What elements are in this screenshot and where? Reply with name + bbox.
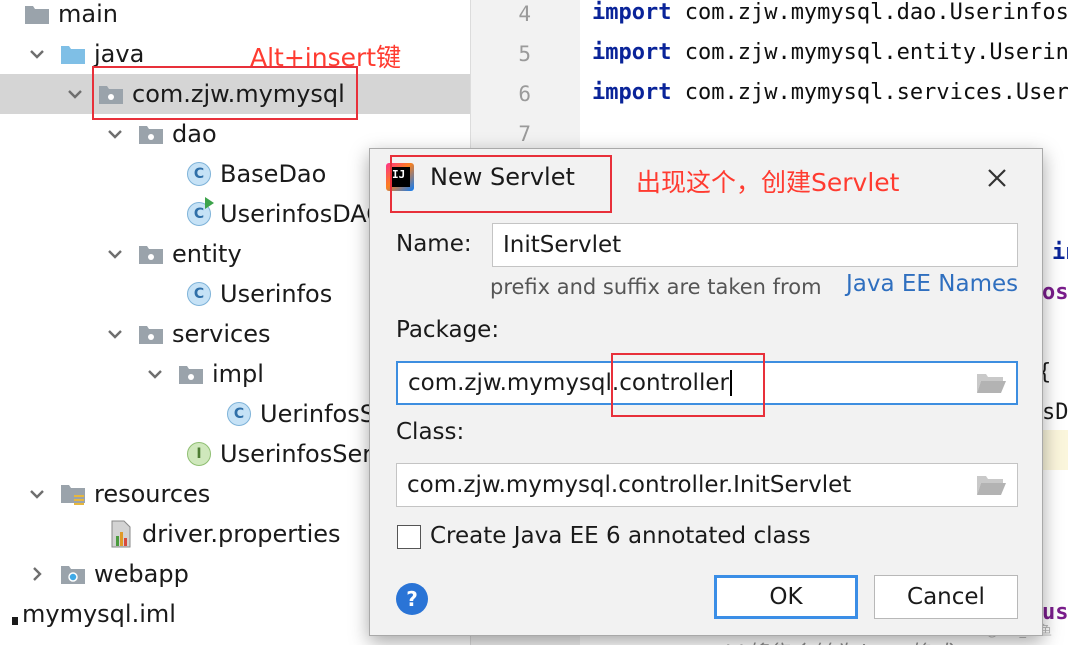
line-number: 5 [518,42,531,66]
package-input[interactable]: com.zjw.mymysql.controller [396,361,1018,405]
line-number: 4 [518,2,531,26]
chevron-down-icon[interactable] [144,363,166,385]
close-icon [988,169,1006,187]
chevron-right-icon[interactable] [26,563,48,585]
prefix-suffix-hint: prefix and suffix are taken from [490,275,822,299]
code-comment: //将集合转为json格式 [718,636,951,645]
help-button[interactable]: ? [396,583,428,615]
tree-item-label: driver.properties [142,520,341,548]
tree-item-label: mymysql.iml [22,600,176,628]
tree-item-main[interactable]: main [0,0,470,34]
chevron-down-icon[interactable] [26,43,48,65]
new-servlet-dialog: IJ New Servlet 出现这个，创建Servlet Name: Init… [369,148,1043,636]
package-icon [138,321,164,347]
tree-item-label: com.zjw.mymysql [132,80,345,108]
intellij-logo-icon: IJ [386,163,414,191]
package-label: Package: [396,317,500,343]
annotation-create-servlet: 出现这个，创建Servlet [636,168,900,197]
iml-file-icon [10,601,20,627]
tree-item-label: dao [172,120,217,148]
tree-item-com-zjw-mymysql[interactable]: com.zjw.mymysql [0,74,470,114]
class-icon: C [226,401,252,427]
tree-item-label: resources [94,480,211,508]
class-icon: C [186,197,214,227]
class-input[interactable]: com.zjw.mymysql.controller.InitServlet [396,463,1018,507]
code-fragment: sD [1042,400,1068,425]
code-line: import com.zjw.mymysql.dao.UserinfosDAO; [592,0,1068,25]
folder-gray-icon [24,1,50,27]
properties-file-icon [108,520,134,548]
browse-class-button[interactable] [974,471,1008,499]
tree-item-label: impl [212,360,264,388]
code-fragment: in [1052,240,1068,265]
package-icon [178,361,204,387]
chevron-down-icon[interactable] [104,243,126,265]
close-button[interactable] [982,163,1012,193]
package-icon [98,81,124,107]
tree-item-label: entity [172,240,242,268]
interface-icon: I [186,441,212,467]
package-icon [138,241,164,267]
tree-item-label: UserinfosDAO [220,200,386,228]
cancel-button[interactable]: Cancel [874,575,1018,619]
tree-item-label: main [58,0,118,28]
code-line: import com.zjw.mymysql.entity.Userinfos; [592,40,1068,65]
chevron-down-icon[interactable] [104,323,126,345]
browse-package-button[interactable] [974,369,1008,397]
name-label: Name: [396,231,472,257]
tree-item-label: services [172,320,271,348]
class-label: Class: [396,419,465,445]
tree-item-label: java [94,40,145,68]
name-input[interactable]: InitServlet [492,223,1018,267]
annotated-class-label: Create Java EE 6 annotated class [430,523,811,549]
chevron-down-icon[interactable] [64,83,86,105]
class-icon: C [186,161,212,187]
class-icon: C [186,281,212,307]
line-number: 7 [518,122,531,146]
chevron-down-icon[interactable] [104,123,126,145]
tree-item-label: webapp [94,560,189,588]
run-marker-icon [205,197,214,209]
package-icon [138,121,164,147]
folder-blue-icon [60,41,86,67]
line-number: 6 [518,82,531,106]
annotated-class-checkbox[interactable] [397,525,421,549]
chevron-down-icon[interactable] [26,483,48,505]
code-line: import com.zjw.mymysql.services.Userinfo… [592,80,1068,105]
web-folder-icon [60,561,86,587]
ok-button[interactable]: OK [714,575,858,619]
code-fragment: os [1042,280,1068,305]
tree-item-label: Userinfos [220,280,333,308]
text-cursor [729,370,732,396]
annotation-alt-insert: Alt+insert键 [250,43,402,72]
folder-open-icon [977,374,1006,393]
dialog-title: New Servlet [430,163,575,191]
java-ee-names-link[interactable]: Java EE Names [846,271,1018,297]
tree-item-label: BaseDao [220,160,327,188]
resources-folder-icon [60,481,86,507]
folder-open-icon [977,476,1006,495]
